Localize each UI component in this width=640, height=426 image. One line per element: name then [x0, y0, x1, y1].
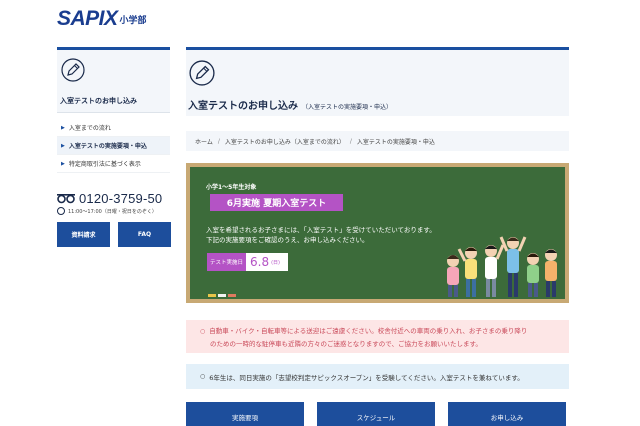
- sidebar-menu: ▶ 入室までの流れ ▶ 入室テストの実施要項・申込 ▶ 特定商取引法に基づく表示: [57, 119, 170, 173]
- main-content: 入室テストのお申し込み （入室テストの実施要項・申込） ホーム / 入室テストの…: [186, 47, 569, 426]
- page: SAPIX 小学部 入室テストのお申し込み ▶ 入室までの流れ ▶ 入室テストの…: [0, 0, 640, 426]
- clock-icon: [57, 207, 65, 215]
- chalk-pieces: [208, 294, 236, 297]
- sidebar-item-guidelines[interactable]: ▶ 入室テストの実施要項・申込: [57, 137, 170, 155]
- test-date-label: テスト実施日: [207, 253, 247, 271]
- office-hours-text: 11:00〜17:00（日曜・祝日をのぞく）: [68, 208, 157, 215]
- circle-bullet-icon: ○: [200, 328, 206, 335]
- phone-number-text: 0120-3759-50: [79, 191, 163, 206]
- sidebar-item-label: 特定商取引法に基づく表示: [68, 161, 141, 168]
- breadcrumb-separator: /: [349, 137, 352, 145]
- chevron-right-icon: ▶: [61, 160, 65, 167]
- sidebar-item-label: 入室までの流れ: [68, 125, 111, 132]
- test-date-value: 6.8: [250, 255, 270, 269]
- target-grade: 小学1〜5年生対象: [206, 184, 257, 191]
- breadcrumb-home[interactable]: ホーム: [195, 137, 213, 146]
- chalkboard-banner: 小学1〜5年生対象 6月実施 夏期入室テスト 入室を希望されるお子さまには、「入…: [186, 163, 569, 303]
- request-materials-button[interactable]: 資料請求: [57, 222, 110, 247]
- guidelines-button[interactable]: 実施要項: [186, 402, 304, 426]
- sidebar-buttons: 資料請求 FAQ: [57, 222, 171, 247]
- notice-grade6: ○ 6年生は、同日実施の「志望校判定サピックスオープン」を受験してください。入室…: [186, 364, 569, 389]
- page-subtitle: （入室テストの実施要項・申込）: [302, 104, 393, 111]
- pencil-icon: [189, 60, 215, 90]
- notice-transport-text-2: のための一時的な駐停車も近隣の方々のご迷惑となりますので、ご協力をお願いいたしま…: [210, 340, 482, 348]
- sidebar: 入室テストのお申し込み ▶ 入室までの流れ ▶ 入室テストの実施要項・申込 ▶ …: [57, 47, 171, 247]
- notice-transport-line: のための一時的な駐停車も近隣の方々のご迷惑となりますので、ご協力をお願いいたしま…: [200, 338, 555, 350]
- breadcrumb-current: 入室テストの実施要項・申込: [356, 138, 435, 146]
- pencil-icon: [61, 58, 85, 86]
- board-text-2: 下記の実施要項をご確認のうえ、お申し込みください。: [206, 236, 369, 244]
- circle-bullet-icon: ○: [200, 373, 206, 380]
- page-title-text: 入室テストのお申し込み: [188, 101, 298, 112]
- breadcrumb-separator: /: [217, 137, 220, 145]
- logo-subtext: 小学部: [119, 16, 147, 26]
- page-title: 入室テストのお申し込み （入室テストの実施要項・申込）: [188, 97, 392, 112]
- office-hours: 11:00〜17:00（日曜・祝日をのぞく）: [57, 207, 157, 215]
- chalkboard-surface: 小学1〜5年生対象 6月実施 夏期入室テスト 入室を希望されるお子さまには、「入…: [190, 167, 565, 299]
- test-date-weekday: (日): [271, 259, 281, 266]
- sapix-logo[interactable]: SAPIX 小学部: [57, 7, 147, 30]
- breadcrumb: ホーム / 入室テストのお申し込み（入室までの流れ） / 入室テストの実施要項・…: [186, 131, 569, 151]
- sidebar-title: 入室テストのお申し込み: [60, 97, 137, 105]
- chevron-right-icon: ▶: [61, 142, 65, 149]
- board-text-1: 入室を希望されるお子さまには、「入室テスト」を受けていただいております。: [206, 226, 436, 234]
- notice-transport-line: ○ 自動車・バイク・自転車等による送迎はご遠慮ください。校舎付近への車両の乗り入れ…: [200, 325, 555, 338]
- apply-button[interactable]: お申し込み: [448, 402, 566, 426]
- sidebar-item-legal[interactable]: ▶ 特定商取引法に基づく表示: [57, 155, 170, 173]
- chevron-right-icon: ▶: [61, 124, 65, 131]
- children-illustration: [447, 236, 557, 297]
- sidebar-header: 入室テストのお申し込み: [57, 50, 170, 113]
- faq-button[interactable]: FAQ: [118, 222, 171, 247]
- notice-transport: ○ 自動車・バイク・自転車等による送迎はご遠慮ください。校舎付近への車両の乗り入れ…: [186, 320, 569, 353]
- sidebar-item-flow[interactable]: ▶ 入室までの流れ: [57, 119, 170, 137]
- notice-transport-text-1: 自動車・バイク・自転車等による送迎はご遠慮ください。校舎付近への車両の乗り入れ、…: [209, 327, 528, 335]
- breadcrumb-flow[interactable]: 入室テストのお申し込み（入室までの流れ）: [225, 137, 345, 146]
- sidebar-item-label: 入室テストの実施要項・申込: [68, 143, 147, 150]
- test-date: テスト実施日 6.8 (日): [207, 253, 289, 271]
- logo-text: SAPIX: [57, 7, 118, 30]
- test-banner: 6月実施 夏期入室テスト: [210, 194, 343, 211]
- phone-number[interactable]: 0120-3759-50: [57, 189, 162, 208]
- freedial-icon: [57, 189, 75, 208]
- section-buttons: 実施要項 スケジュール お申し込み: [186, 402, 566, 426]
- schedule-button[interactable]: スケジュール: [317, 402, 435, 426]
- notice-grade6-text: 6年生は、同日実施の「志望校判定サピックスオープン」を受験してください。入室テス…: [209, 373, 524, 382]
- main-header: 入室テストのお申し込み （入室テストの実施要項・申込）: [186, 50, 569, 116]
